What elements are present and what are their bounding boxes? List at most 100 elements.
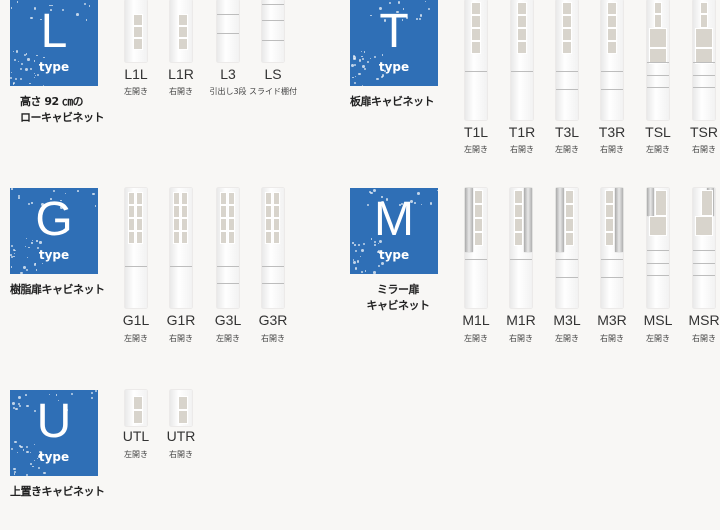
type-badge-t[interactable]: Ttype <box>350 0 438 86</box>
drawer-line <box>556 71 578 72</box>
shelf <box>173 192 180 205</box>
sparkle-decoration <box>13 473 16 476</box>
drawer-line <box>511 71 533 72</box>
cabinet-image-l3[interactable] <box>217 0 239 62</box>
sparkle-decoration <box>12 83 15 86</box>
shelf <box>474 204 483 218</box>
shelf <box>695 28 713 48</box>
drawer-line <box>170 266 192 267</box>
cabinet-image-m1r[interactable] <box>510 188 532 308</box>
cabinet-image-t1r[interactable] <box>511 0 533 120</box>
type-badge-u[interactable]: Utype <box>10 390 98 476</box>
type-word: type <box>38 248 70 262</box>
cabinet-image-m3l[interactable] <box>556 188 578 308</box>
cabinet-image-t3r[interactable] <box>601 0 623 120</box>
drawer-line <box>510 259 532 260</box>
drawer-line <box>217 33 239 34</box>
shelf <box>471 2 481 15</box>
drawer-line <box>693 62 715 63</box>
sparkle-decoration <box>43 471 46 475</box>
cabinet-image-m3r[interactable] <box>601 188 623 308</box>
cabinet-image-t1l[interactable] <box>465 0 487 120</box>
type-badge-l[interactable]: Ltype <box>10 0 98 86</box>
sparkle-decoration <box>378 265 381 268</box>
cabinet-image-ls[interactable] <box>262 0 284 62</box>
cabinet-image-l1r[interactable] <box>170 0 192 62</box>
drawer-line <box>556 89 578 90</box>
shelf <box>605 232 614 246</box>
cabinet-image-msl[interactable] <box>647 188 669 308</box>
sparkle-decoration <box>19 78 23 81</box>
shelf <box>273 218 280 231</box>
cabinet-image-utr[interactable] <box>170 390 192 426</box>
cabinet-image-g3l[interactable] <box>217 188 239 308</box>
sparkle-decoration <box>13 468 16 471</box>
sparkle-decoration <box>42 84 45 86</box>
shelf <box>133 38 143 50</box>
shelf <box>474 218 483 232</box>
type-word: type <box>38 60 70 74</box>
shelf <box>471 41 481 54</box>
mirror-door <box>615 188 623 252</box>
sparkle-decoration <box>94 390 97 393</box>
shelf <box>565 204 574 218</box>
drawer-line <box>262 20 284 21</box>
sparkle-decoration <box>17 1 19 3</box>
shelf <box>700 2 708 14</box>
drawer-line <box>465 71 487 72</box>
sparkle-decoration <box>41 262 44 265</box>
cabinet-image-utl[interactable] <box>125 390 147 426</box>
cabinet-image-m1l[interactable] <box>465 188 487 308</box>
sparkle-decoration <box>11 188 13 191</box>
type-badge-g[interactable]: Gtype <box>10 188 98 274</box>
shelf <box>128 231 135 244</box>
sparkle-decoration <box>20 272 23 274</box>
shelf <box>517 28 527 41</box>
drawer-line <box>647 250 669 251</box>
sparkle-decoration <box>354 267 358 270</box>
cabinet-image-g3r[interactable] <box>262 188 284 308</box>
cabinet-image-tsl[interactable] <box>647 0 669 120</box>
drawer-line <box>647 62 669 63</box>
drawer-line <box>693 275 715 276</box>
sparkle-decoration <box>28 82 31 85</box>
sparkle-decoration <box>354 75 357 78</box>
sparkle-decoration <box>362 85 364 86</box>
model-code: MSR <box>688 312 720 328</box>
shelf <box>181 231 188 244</box>
sparkle-decoration <box>360 271 363 273</box>
shelf <box>181 218 188 231</box>
shelf <box>265 231 272 244</box>
model-code: TSR <box>690 124 718 140</box>
shelf <box>178 410 188 424</box>
drawer-line <box>601 277 623 278</box>
shelf <box>562 28 572 41</box>
type-word: type <box>378 248 410 262</box>
cabinet-image-l1l[interactable] <box>125 0 147 62</box>
group-title: 板扉キャビネット <box>350 94 435 110</box>
sparkle-decoration <box>26 473 29 476</box>
model-description: 右開き <box>692 334 716 343</box>
drawer-line <box>647 75 669 76</box>
type-badge-m[interactable]: Mtype <box>350 188 438 274</box>
drawer-line <box>693 263 715 264</box>
drawer-line <box>217 283 239 284</box>
shelf <box>265 192 272 205</box>
drawer-line <box>601 89 623 90</box>
shelf <box>173 205 180 218</box>
cabinet-image-g1l[interactable] <box>125 188 147 308</box>
drawer-line <box>693 87 715 88</box>
sparkle-decoration <box>373 271 376 274</box>
sparkle-decoration <box>34 75 36 77</box>
shelf <box>136 218 143 231</box>
model-code: G3R <box>258 312 288 328</box>
drawer-line <box>601 71 623 72</box>
shelf <box>695 216 713 236</box>
shelf <box>133 14 143 26</box>
shelf <box>517 15 527 28</box>
cabinet-image-tsr[interactable] <box>693 0 715 120</box>
group-title: 高さ 92 ㎝の ローキャビネット <box>20 94 105 126</box>
cabinet-image-t3l[interactable] <box>556 0 578 120</box>
cabinet-image-g1r[interactable] <box>170 188 192 308</box>
cabinet-image-msr[interactable] <box>693 188 715 308</box>
